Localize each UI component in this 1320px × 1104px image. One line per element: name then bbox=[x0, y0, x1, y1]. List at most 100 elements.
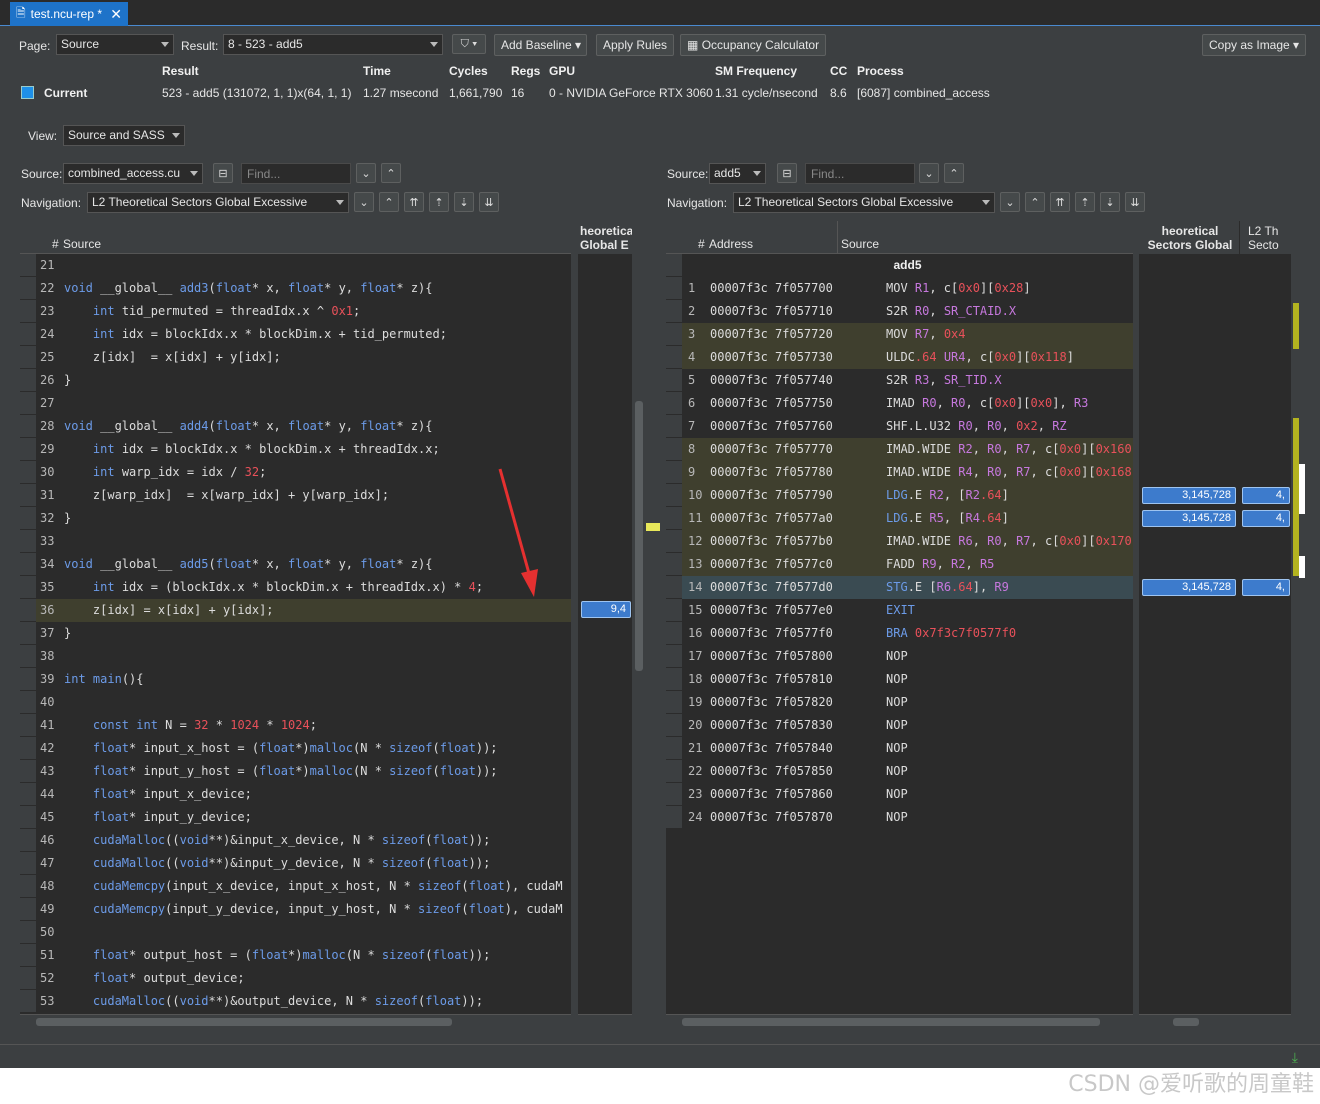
sass-line[interactable]: 5 00007f3c 7f057740 S2R R3, SR_TID.X bbox=[666, 369, 1133, 392]
occupancy-calculator-button[interactable]: ▦ Occupancy Calculator bbox=[680, 34, 827, 56]
source-line[interactable]: 46 cudaMalloc((void**)&input_x_device, N… bbox=[20, 829, 571, 852]
sass-h-scrollbar[interactable] bbox=[666, 1014, 1133, 1028]
scroll-thumb[interactable] bbox=[1173, 1018, 1199, 1026]
source-line[interactable]: 40 bbox=[20, 691, 571, 714]
right-find-next-button[interactable]: ⌄ bbox=[919, 163, 939, 183]
nav-sort-asc-button[interactable]: ⇡ bbox=[429, 192, 449, 212]
left-source-select[interactable]: combined_access.cu bbox=[63, 163, 203, 184]
sass-line[interactable]: 7 00007f3c 7f057760 SHF.L.U32 R0, R0, 0x2,… bbox=[666, 415, 1133, 438]
add-baseline-button[interactable]: Add Baseline ▾ bbox=[494, 34, 587, 56]
right-nav-up-button[interactable]: ⌃ bbox=[1025, 192, 1045, 212]
source-line[interactable]: 30 int warp_idx = idx / 32; bbox=[20, 461, 571, 484]
find-prev-button[interactable]: ⌃ bbox=[381, 163, 401, 183]
source-line[interactable]: 21 bbox=[20, 254, 571, 277]
source-line[interactable]: 38 bbox=[20, 645, 571, 668]
source-line[interactable]: 50 bbox=[20, 921, 571, 944]
sass-metric-h-scrollbar[interactable] bbox=[1139, 1014, 1291, 1028]
sass-line[interactable]: 11 00007f3c 7f0577a0 LDG.E R5, [R4.64] bbox=[666, 507, 1133, 530]
source-h-scrollbar[interactable] bbox=[20, 1014, 571, 1028]
sass-line[interactable]: 6 00007f3c 7f057750 IMAD R0, R0, c[0x0][0x… bbox=[666, 392, 1133, 415]
right-nav-sort-desc-button[interactable]: ⇣ bbox=[1100, 192, 1120, 212]
nav-bottom-button[interactable]: ⇊ bbox=[479, 192, 499, 212]
right-find-input[interactable]: Find... bbox=[805, 163, 915, 184]
source-line[interactable]: 26} bbox=[20, 369, 571, 392]
sass-line[interactable]: 22 00007f3c 7f057850 NOP bbox=[666, 760, 1133, 783]
right-nav-bottom-button[interactable]: ⇊ bbox=[1125, 192, 1145, 212]
nav-top-button[interactable]: ⇈ bbox=[404, 192, 424, 212]
source-line[interactable]: 42 float* input_x_host = (float*)malloc(… bbox=[20, 737, 571, 760]
right-source-select[interactable]: add5 bbox=[709, 163, 766, 184]
source-line[interactable]: 25 z[idx] = x[idx] + y[idx]; bbox=[20, 346, 571, 369]
source-line[interactable]: 36 z[idx] = x[idx] + y[idx]; bbox=[20, 599, 571, 622]
source-line[interactable]: 45 float* input_y_device; bbox=[20, 806, 571, 829]
sass-line[interactable]: 14 00007f3c 7f0577d0 STG.E [R6.64], R9 bbox=[666, 576, 1133, 599]
right-nav-sort-asc-button[interactable]: ⇡ bbox=[1075, 192, 1095, 212]
sass-line[interactable]: 3 00007f3c 7f057720 MOV R7, 0x4 bbox=[666, 323, 1133, 346]
source-line[interactable]: 33 bbox=[20, 530, 571, 553]
nav-down-button[interactable]: ⌄ bbox=[354, 192, 374, 212]
sass-line[interactable]: 20 00007f3c 7f057830 NOP bbox=[666, 714, 1133, 737]
source-line[interactable]: 28 void __global__ add4(float* x, float* … bbox=[20, 415, 571, 438]
sass-line[interactable]: 21 00007f3c 7f057840 NOP bbox=[666, 737, 1133, 760]
source-vertical-scrollbar[interactable] bbox=[632, 221, 646, 1014]
sass-line[interactable]: 24 00007f3c 7f057870 NOP bbox=[666, 806, 1133, 829]
source-line[interactable]: 31 z[warp_idx] = x[warp_idx] + y[warp_id… bbox=[20, 484, 571, 507]
right-find-prev-button[interactable]: ⌃ bbox=[944, 163, 964, 183]
source-line[interactable]: 53 cudaMalloc((void**)&output_device, N … bbox=[20, 990, 571, 1013]
source-line[interactable]: 24 int idx = blockIdx.x * blockDim.x + t… bbox=[20, 323, 571, 346]
source-panel[interactable]: # Source 21 22 void __global__ add3(float*… bbox=[20, 221, 571, 1014]
left-find-input[interactable]: Find... bbox=[241, 163, 351, 184]
result-select[interactable]: 8 - 523 - add5 bbox=[223, 34, 443, 55]
right-nav-down-button[interactable]: ⌄ bbox=[1000, 192, 1020, 212]
sass-line[interactable]: 10 00007f3c 7f057790 LDG.E R2, [R2.64] bbox=[666, 484, 1133, 507]
source-line[interactable]: 43 float* input_y_host = (float*)malloc(… bbox=[20, 760, 571, 783]
right-collapse-button[interactable]: ⊟ bbox=[777, 163, 797, 183]
source-line[interactable]: 29 int idx = blockIdx.x * blockDim.x + t… bbox=[20, 438, 571, 461]
copy-as-image-button[interactable]: Copy as Image ▾ bbox=[1202, 34, 1306, 56]
collapse-button[interactable]: ⊟ bbox=[213, 163, 233, 183]
sass-line[interactable]: 19 00007f3c 7f057820 NOP bbox=[666, 691, 1133, 714]
sass-line[interactable]: 18 00007f3c 7f057810 NOP bbox=[666, 668, 1133, 691]
sass-panel[interactable]: # Address Source add5 1 00007f3c 7f057700… bbox=[666, 221, 1133, 1014]
close-icon[interactable]: ✕ bbox=[110, 7, 122, 21]
filter-button[interactable]: ⛉ ▾ bbox=[452, 34, 486, 54]
source-line[interactable]: 48 cudaMemcpy(input_x_device, input_x_ho… bbox=[20, 875, 571, 898]
sass-line[interactable]: 17 00007f3c 7f057800 NOP bbox=[666, 645, 1133, 668]
tab-report[interactable]: 🗎 test.ncu-rep * ✕ bbox=[10, 2, 128, 26]
nav-sort-desc-button[interactable]: ⇣ bbox=[454, 192, 474, 212]
sass-line[interactable]: 1 00007f3c 7f057700 MOV R1, c[0x0][0x28] bbox=[666, 277, 1133, 300]
sass-line[interactable]: 16 00007f3c 7f0577f0 BRA 0x7f3c7f0577f0 bbox=[666, 622, 1133, 645]
left-nav-select[interactable]: L2 Theoretical Sectors Global Excessive bbox=[87, 192, 349, 213]
scroll-thumb[interactable] bbox=[635, 401, 643, 671]
scroll-thumb[interactable] bbox=[682, 1018, 1100, 1026]
source-line[interactable]: 35 int idx = (blockIdx.x * blockDim.x + … bbox=[20, 576, 571, 599]
sass-line[interactable]: 8 00007f3c 7f057770 IMAD.WIDE R2, R0, R7, … bbox=[666, 438, 1133, 461]
source-line[interactable]: 41 const int N = 32 * 1024 * 1024; bbox=[20, 714, 571, 737]
view-select[interactable]: Source and SASS bbox=[63, 125, 185, 146]
source-line[interactable]: 34 void __global__ add5(float* x, float* … bbox=[20, 553, 571, 576]
right-nav-top-button[interactable]: ⇈ bbox=[1050, 192, 1070, 212]
sass-line[interactable]: 2 00007f3c 7f057710 S2R R0, SR_CTAID.X bbox=[666, 300, 1133, 323]
metric-h-scrollbar[interactable] bbox=[578, 1014, 632, 1028]
download-icon[interactable]: ⤓ bbox=[1292, 1049, 1298, 1066]
apply-rules-button[interactable]: Apply Rules bbox=[596, 34, 675, 56]
page-select[interactable]: Source bbox=[56, 34, 174, 55]
source-line[interactable]: 39 int main(){ bbox=[20, 668, 571, 691]
source-line[interactable]: 32} bbox=[20, 507, 571, 530]
find-next-button[interactable]: ⌄ bbox=[356, 163, 376, 183]
source-line[interactable]: 37} bbox=[20, 622, 571, 645]
source-line[interactable]: 47 cudaMalloc((void**)&input_y_device, N… bbox=[20, 852, 571, 875]
sass-line[interactable]: 4 00007f3c 7f057730 ULDC.64 UR4, c[0x0][0x… bbox=[666, 346, 1133, 369]
right-nav-select[interactable]: L2 Theoretical Sectors Global Excessive bbox=[733, 192, 995, 213]
sass-line[interactable]: 9 00007f3c 7f057780 IMAD.WIDE R4, R0, R7, … bbox=[666, 461, 1133, 484]
sass-line[interactable]: 12 00007f3c 7f0577b0 IMAD.WIDE R6, R0, R7,… bbox=[666, 530, 1133, 553]
source-line[interactable]: 44 float* input_x_device; bbox=[20, 783, 571, 806]
sass-line[interactable]: 15 00007f3c 7f0577e0 EXIT bbox=[666, 599, 1133, 622]
source-line[interactable]: 52 float* output_device; bbox=[20, 967, 571, 990]
source-line[interactable]: 22 void __global__ add3(float* x, float* … bbox=[20, 277, 571, 300]
source-line[interactable]: 49 cudaMemcpy(input_y_device, input_y_ho… bbox=[20, 898, 571, 921]
source-line[interactable]: 23 int tid_permuted = threadIdx.x ^ 0x1; bbox=[20, 300, 571, 323]
sass-line[interactable]: 13 00007f3c 7f0577c0 FADD R9, R2, R5 bbox=[666, 553, 1133, 576]
sass-line[interactable]: 23 00007f3c 7f057860 NOP bbox=[666, 783, 1133, 806]
scroll-thumb[interactable] bbox=[36, 1018, 452, 1026]
